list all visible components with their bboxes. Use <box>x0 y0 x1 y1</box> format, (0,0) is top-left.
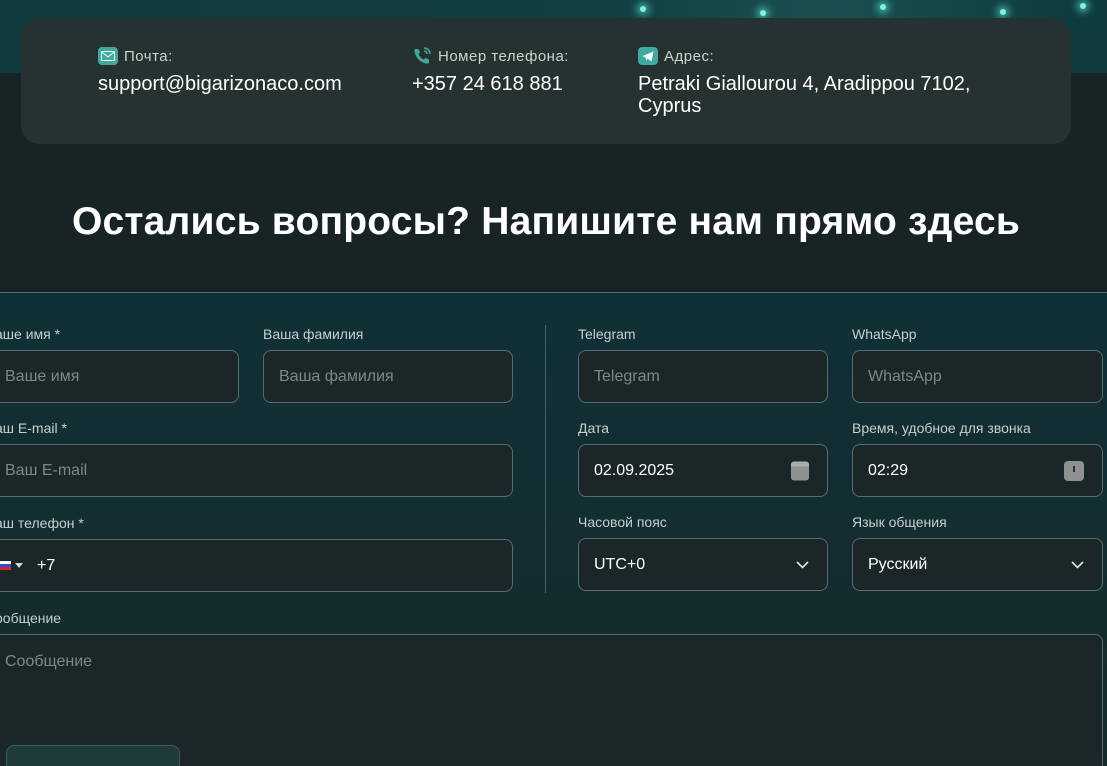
whatsapp-field: WhatsApp WhatsApp <box>852 325 1103 403</box>
last-name-input[interactable]: Ваша фамилия <box>263 350 513 403</box>
whatsapp-label: WhatsApp <box>852 326 917 342</box>
telegram-placeholder: Telegram <box>594 367 660 385</box>
time-value: 02:29 <box>868 461 909 479</box>
section-title: Остались вопросы? Напишите нам прямо зде… <box>71 200 1021 243</box>
email-input[interactable]: Ваш E-mail <box>0 444 513 497</box>
message-field: ообщение <box>0 609 295 627</box>
calendar-icon[interactable] <box>791 461 809 480</box>
message-placeholder: Сообщение <box>5 653 93 670</box>
last-name-field: Ваша фамилия Ваша фамилия <box>263 325 513 403</box>
timezone-label: Часовой пояс <box>578 514 667 530</box>
phone-value-text: +7 <box>37 556 56 574</box>
mail-icon <box>98 47 118 65</box>
chevron-down-icon[interactable] <box>15 563 23 568</box>
last-name-label: Ваша фамилия <box>263 326 364 342</box>
message-label: ообщение <box>0 610 62 626</box>
submit-button[interactable] <box>6 745 180 766</box>
russia-flag-icon[interactable] <box>0 560 11 571</box>
phone-field-label: аш телефон * <box>0 515 84 531</box>
telegram-field: Telegram Telegram <box>578 325 828 403</box>
contact-phone: Номер телефона: +357 24 618 881 <box>412 46 569 95</box>
first-name-label: аше имя * <box>0 326 61 342</box>
address-value: Petraki Giallourou 4, Aradippou 7102, Cy… <box>638 73 970 117</box>
phone-field: аш телефон * +7 <box>0 514 513 592</box>
date-input[interactable]: 02.09.2025 <box>578 444 828 497</box>
first-name-field: аше имя * Ваше имя <box>0 325 239 403</box>
email-placeholder: Ваш E-mail <box>5 461 88 479</box>
time-label: Время, удобное для звонка <box>852 420 1031 436</box>
language-label: Язык общения <box>852 514 947 530</box>
telegram-input[interactable]: Telegram <box>578 350 828 403</box>
timezone-value: UTC+0 <box>594 555 646 573</box>
email-value[interactable]: support@bigarizonaco.com <box>98 73 342 95</box>
language-select[interactable]: Русский <box>852 538 1103 591</box>
email-field: аш E-mail * Ваш E-mail <box>0 419 513 497</box>
chevron-down-icon <box>796 560 809 569</box>
whatsapp-placeholder: WhatsApp <box>868 367 942 385</box>
contact-email: Почта: support@bigarizonaco.com <box>98 46 342 95</box>
email-field-label: аш E-mail * <box>0 420 67 436</box>
time-field: Время, удобное для звонка 02:29 <box>852 419 1103 497</box>
telegram-icon <box>638 47 658 65</box>
date-label: Дата <box>578 420 610 436</box>
whatsapp-input[interactable]: WhatsApp <box>852 350 1103 403</box>
address-line-2: Cyprus <box>638 95 702 117</box>
date-value: 02.09.2025 <box>594 461 675 479</box>
language-field: Язык общения Русский <box>852 513 1103 591</box>
phone-input[interactable]: +7 <box>0 539 513 592</box>
language-value: Русский <box>868 555 928 573</box>
phone-label: Номер телефона: <box>438 47 569 65</box>
phone-value[interactable]: +357 24 618 881 <box>412 73 569 95</box>
chevron-down-icon <box>1071 560 1084 569</box>
date-field: Дата 02.09.2025 <box>578 419 828 497</box>
timezone-field: Часовой пояс UTC+0 <box>578 513 828 591</box>
last-name-placeholder: Ваша фамилия <box>279 367 394 385</box>
telegram-label: Telegram <box>578 326 636 342</box>
contact-info-card: Почта: support@bigarizonaco.com Номер те… <box>21 18 1071 144</box>
address-line-1: Petraki Giallourou 4, Aradippou 7102, <box>638 73 971 95</box>
first-name-placeholder: Ваше имя <box>5 367 80 385</box>
email-label: Почта: <box>124 47 173 65</box>
contact-address: Адрес: Petraki Giallourou 4, Aradippou 7… <box>638 46 970 117</box>
first-name-input[interactable]: Ваше имя <box>0 350 239 403</box>
phone-icon <box>412 46 432 66</box>
timezone-select[interactable]: UTC+0 <box>578 538 828 591</box>
time-input[interactable]: 02:29 <box>852 444 1103 497</box>
clock-icon[interactable] <box>1064 460 1084 481</box>
address-label: Адрес: <box>664 47 715 65</box>
form-divider <box>545 325 546 593</box>
